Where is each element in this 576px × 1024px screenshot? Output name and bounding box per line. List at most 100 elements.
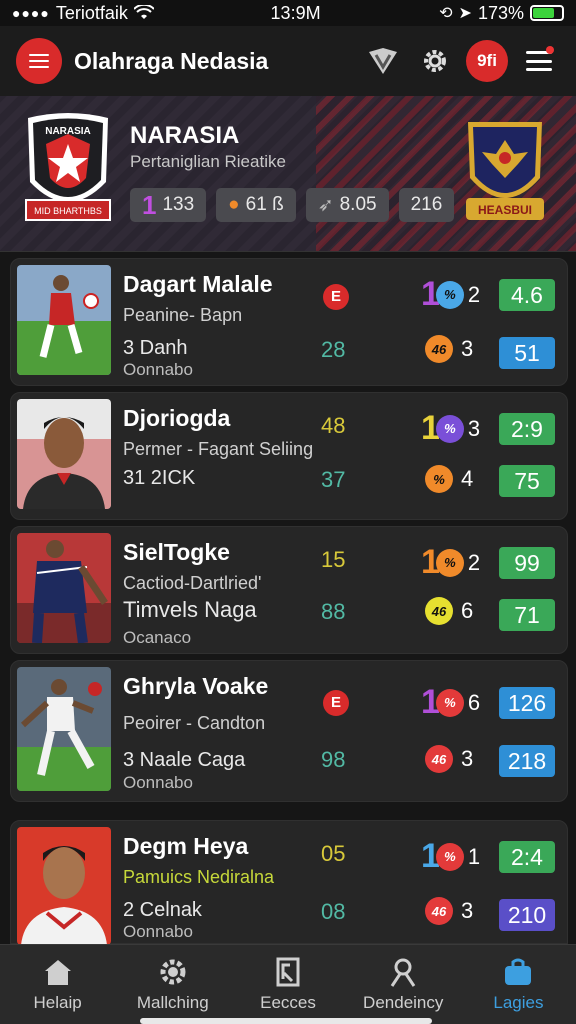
score-secondary: 51: [499, 337, 555, 369]
score-secondary: 71: [499, 599, 555, 631]
nav-label: Dendeincy: [363, 993, 444, 1012]
shield-icon: [369, 48, 397, 74]
form-badge: 46: [425, 745, 453, 773]
nav-label: Mallching: [136, 993, 209, 1012]
nav-item-profile[interactable]: Dendeincy: [346, 945, 461, 1024]
player-role: Pamuics Nediralna: [123, 867, 275, 887]
player-card[interactable]: Djoriogda Permer - Fagant Seliing 31 2IC…: [10, 392, 568, 520]
team-stats: 1 133 ● 61 ß ➶ 8.05 216: [130, 188, 455, 222]
stat-chip-value: 133: [162, 194, 195, 215]
battery-percent: 173%: [477, 2, 524, 23]
more-menu-button[interactable]: [518, 40, 560, 82]
player-stat-badge: E: [323, 283, 349, 310]
bag-icon: [505, 958, 532, 985]
form-badge: %: [425, 465, 453, 493]
shield-button[interactable]: [362, 40, 404, 82]
stat-chip[interactable]: ➶ 8.05: [305, 188, 389, 222]
form-value: 4: [461, 466, 474, 491]
menu-button[interactable]: [16, 38, 62, 84]
player-name: Degm Heya: [123, 833, 249, 859]
stat-chip-icon: 1: [142, 189, 157, 220]
player-form: % 4: [425, 465, 473, 493]
player-card[interactable]: Ghryla Voake Peoirer - Candton 3 Naale C…: [10, 660, 568, 802]
nav-item-leagues[interactable]: Lagies: [461, 945, 576, 1024]
player-name: SielTogke: [123, 539, 230, 565]
nav-label: Lagies: [493, 993, 544, 1012]
stat-chip[interactable]: 216: [398, 188, 455, 222]
player-card[interactable]: Degm Heya Pamuics Nediralna 2 Celnak Oon…: [10, 820, 568, 945]
form-badge: 46: [425, 897, 453, 925]
player-photo: [17, 827, 111, 945]
player-detail: 2 Celnak: [123, 899, 202, 921]
rank-badge: %: [435, 842, 464, 871]
home-indicator[interactable]: [140, 1018, 432, 1024]
nav-item-stats[interactable]: Eecces: [230, 945, 345, 1024]
score-secondary: 210: [499, 899, 555, 931]
player-stat-2: 37: [321, 467, 346, 492]
team-name: NARASIA: [130, 122, 240, 149]
status-time: 13:9M: [270, 2, 321, 23]
rank-value: 2: [467, 549, 481, 575]
player-rank: 1 % 2: [421, 275, 480, 314]
rank-badge: %: [435, 548, 464, 577]
settings-button[interactable]: [414, 40, 456, 82]
player-form: 46 3: [425, 745, 473, 773]
player-role: Cactiod-Dartlried': [123, 573, 262, 593]
score-secondary: 218: [499, 745, 555, 777]
nav-item-home[interactable]: Helaip: [0, 945, 115, 1024]
nav-label: Eecces: [260, 993, 316, 1012]
player-name: Ghryla Voake: [123, 673, 269, 699]
player-name: Dagart Malale: [123, 271, 273, 297]
player-rank: 1 % 2: [421, 543, 480, 582]
nav-item-matching[interactable]: Mallching: [115, 945, 230, 1024]
score-primary: 2:4: [499, 841, 555, 873]
rank-badge: %: [435, 414, 464, 443]
player-rank: 1 % 1: [421, 837, 480, 876]
form-value: 6: [461, 598, 474, 623]
player-photo: [17, 265, 111, 375]
player-detail: 3 Danh: [123, 337, 188, 359]
app-title: Olahraga Nedasia: [74, 47, 269, 74]
rank-badge: %: [435, 688, 464, 717]
stat-chip-value: 61 ß: [245, 194, 284, 215]
player-stat-1: 48: [321, 413, 346, 438]
league-crest: HEASBUI: [466, 122, 544, 220]
wifi-icon: [133, 5, 154, 19]
player-stat-1: 15: [321, 547, 346, 572]
player-stat-badge: E: [323, 689, 349, 716]
stat-chip[interactable]: ● 61 ß: [216, 188, 296, 222]
form-badge: 46: [425, 597, 453, 625]
form-badge: 46: [425, 335, 453, 363]
player-card[interactable]: SielTogke Cactiod-Dartlried' Timvels Nag…: [10, 526, 568, 654]
crest-banner: MID BHARTHBS: [34, 206, 102, 216]
rotation-lock-icon: ⟲: [439, 5, 453, 22]
stat-chip-value: 216: [410, 194, 443, 215]
score-primary: 2:9: [499, 413, 555, 445]
profile-badge-button[interactable]: 9fi: [466, 40, 508, 82]
bird-icon: ➶: [317, 194, 334, 216]
score-primary: 126: [499, 687, 555, 719]
home-icon: [44, 960, 71, 985]
player-rank: 1 % 3: [421, 409, 480, 448]
form-value: 3: [461, 336, 474, 361]
bottom-nav: Helaip Mallching Eecces Dendeincy Lagies: [0, 944, 576, 1024]
status-bar: ●●●● Teriotfaik 13:9M ⟲ ➤ 173%: [0, 0, 576, 26]
nav-label: Helaip: [33, 993, 82, 1012]
player-name: Djoriogda: [123, 405, 231, 431]
notification-dot: [546, 46, 554, 54]
gear-icon: [160, 959, 186, 985]
player-club: Ocanaco: [123, 628, 192, 647]
player-card[interactable]: Dagart Malale Peanine- Bapn 3 Danh Oonna…: [10, 258, 568, 386]
player-stat-2: 08: [321, 899, 346, 924]
player-detail: Timvels Naga: [123, 597, 257, 622]
app-header: Olahraga Nedasia 9fi: [0, 26, 576, 96]
player-form: 46 6: [425, 597, 473, 625]
chart-icon: [276, 957, 300, 987]
stat-chip[interactable]: 1 133: [130, 188, 207, 222]
battery-icon: [530, 5, 564, 21]
rank-value: 2: [467, 281, 481, 307]
player-stat-2: 98: [321, 747, 346, 772]
gear-icon: [424, 50, 446, 72]
carrier-name: Teriotfaik: [55, 2, 128, 23]
score-primary: 99: [499, 547, 555, 579]
